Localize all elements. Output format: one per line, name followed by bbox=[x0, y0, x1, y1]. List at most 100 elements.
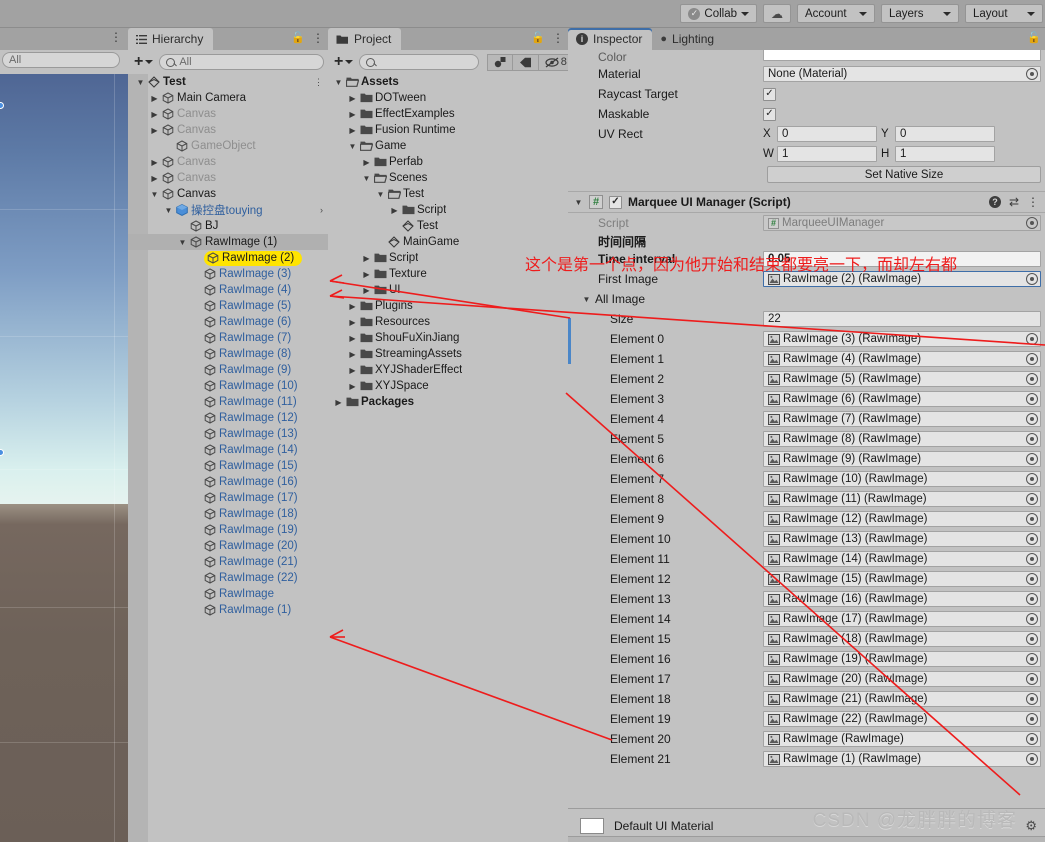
hierarchy-row[interactable]: RawImage (14) bbox=[128, 442, 328, 458]
chevron-right-icon[interactable] bbox=[150, 126, 159, 135]
project-row[interactable]: EffectExamples bbox=[328, 106, 568, 122]
uv-y-input[interactable]: 0 bbox=[895, 126, 995, 142]
project-row[interactable]: Fusion Runtime bbox=[328, 122, 568, 138]
chevron-down-icon[interactable] bbox=[334, 78, 343, 87]
account-button[interactable]: Account bbox=[797, 4, 875, 23]
hierarchy-row[interactable]: RawImage (9) bbox=[128, 362, 328, 378]
object-picker-icon[interactable] bbox=[1026, 693, 1038, 705]
element-object-field[interactable]: RawImage (18) (RawImage) bbox=[763, 631, 1041, 647]
hierarchy-row[interactable]: RawImage (12) bbox=[128, 410, 328, 426]
element-object-field[interactable]: RawImage (21) (RawImage) bbox=[763, 691, 1041, 707]
object-picker-icon[interactable] bbox=[1026, 713, 1038, 725]
chevron-right-icon[interactable] bbox=[362, 158, 371, 167]
raycast-target-checkbox[interactable]: ✓ bbox=[763, 87, 776, 101]
hierarchy-row[interactable]: RawImage (7) bbox=[128, 330, 328, 346]
hierarchy-tree[interactable]: Test ⋮ Main Camera Canvas Canvas GameObject Ca… bbox=[128, 74, 328, 842]
element-object-field[interactable]: RawImage (16) (RawImage) bbox=[763, 591, 1041, 607]
object-picker-icon[interactable] bbox=[1026, 613, 1038, 625]
chevron-right-icon[interactable] bbox=[348, 126, 357, 135]
hierarchy-row[interactable]: RawImage (17) bbox=[128, 490, 328, 506]
chevron-right-icon[interactable] bbox=[150, 94, 159, 103]
project-row[interactable]: Plugins bbox=[328, 298, 568, 314]
layout-button[interactable]: Layout bbox=[965, 4, 1043, 23]
hierarchy-row[interactable]: RawImage (13) bbox=[128, 426, 328, 442]
element-object-field[interactable]: RawImage (12) (RawImage) bbox=[763, 511, 1041, 527]
scene-viewport[interactable] bbox=[0, 74, 128, 842]
hierarchy-row[interactable]: Main Camera bbox=[128, 90, 328, 106]
size-input[interactable]: 22 bbox=[763, 311, 1041, 327]
lock-icon[interactable]: 🔓 bbox=[291, 31, 305, 44]
chevron-down-icon[interactable] bbox=[348, 142, 357, 151]
hierarchy-row[interactable]: RawImage (3) bbox=[128, 266, 328, 282]
hierarchy-row[interactable]: Canvas bbox=[128, 154, 328, 170]
element-object-field[interactable]: RawImage (14) (RawImage) bbox=[763, 551, 1041, 567]
chevron-right-icon[interactable] bbox=[150, 110, 159, 119]
object-picker-icon[interactable] bbox=[1026, 553, 1038, 565]
hierarchy-row[interactable]: Canvas bbox=[128, 106, 328, 122]
element-object-field[interactable]: RawImage (6) (RawImage) bbox=[763, 391, 1041, 407]
hierarchy-row-highlight[interactable]: RawImage (2) bbox=[204, 250, 303, 266]
material-object-field[interactable]: None (Material) bbox=[763, 66, 1041, 82]
project-row[interactable]: MainGame bbox=[328, 234, 568, 250]
hierarchy-row[interactable]: Canvas bbox=[128, 122, 328, 138]
chevron-right-icon[interactable] bbox=[390, 206, 399, 215]
uv-w-input[interactable]: 1 bbox=[777, 146, 877, 162]
hierarchy-row[interactable]: GameObject bbox=[128, 138, 328, 154]
hierarchy-row[interactable]: RawImage (18) bbox=[128, 506, 328, 522]
object-picker-icon[interactable] bbox=[1026, 333, 1038, 345]
chevron-right-icon[interactable] bbox=[348, 382, 357, 391]
project-row[interactable]: XYJSpace bbox=[328, 378, 568, 394]
chevron-down-icon[interactable] bbox=[362, 174, 371, 183]
project-row[interactable]: Resources bbox=[328, 314, 568, 330]
object-picker-icon[interactable] bbox=[1026, 453, 1038, 465]
project-row[interactable]: Packages bbox=[328, 394, 568, 410]
chevron-right-icon[interactable] bbox=[348, 318, 357, 327]
cloud-button[interactable]: ☁ bbox=[763, 4, 791, 23]
element-object-field[interactable]: RawImage (9) (RawImage) bbox=[763, 451, 1041, 467]
project-search-input[interactable] bbox=[359, 54, 480, 70]
hierarchy-row[interactable]: RawImage (1) bbox=[128, 602, 328, 618]
filter-by-label-button[interactable] bbox=[513, 53, 540, 71]
tab-hierarchy[interactable]: Hierarchy bbox=[128, 28, 214, 50]
element-object-field[interactable]: RawImage (19) (RawImage) bbox=[763, 651, 1041, 667]
lock-icon[interactable]: 🔓 bbox=[1027, 31, 1041, 44]
project-row[interactable]: Scenes bbox=[328, 170, 568, 186]
uv-h-input[interactable]: 1 bbox=[895, 146, 995, 162]
object-picker-icon[interactable] bbox=[1026, 273, 1038, 285]
object-picker-icon[interactable] bbox=[1026, 573, 1038, 585]
project-row[interactable]: Test bbox=[328, 218, 568, 234]
hierarchy-row[interactable]: RawImage (1) bbox=[128, 234, 328, 250]
chevron-right-icon[interactable] bbox=[150, 174, 159, 183]
property-row-all-image[interactable]: All Image bbox=[568, 289, 1045, 309]
chevron-right-icon[interactable] bbox=[348, 350, 357, 359]
project-tree[interactable]: Assets DOTween EffectExamples Fusion Runtim… bbox=[328, 74, 568, 842]
open-prefab-icon[interactable]: › bbox=[320, 205, 326, 215]
hierarchy-row[interactable]: RawImage (6) bbox=[128, 314, 328, 330]
element-object-field[interactable]: RawImage (11) (RawImage) bbox=[763, 491, 1041, 507]
filter-by-type-button[interactable] bbox=[487, 53, 514, 71]
object-picker-icon[interactable] bbox=[1026, 673, 1038, 685]
gear-icon[interactable]: ⚙ bbox=[1025, 818, 1037, 834]
chevron-down-icon[interactable] bbox=[150, 190, 159, 199]
object-picker-icon[interactable] bbox=[1026, 473, 1038, 485]
chevron-right-icon[interactable] bbox=[150, 158, 159, 167]
hierarchy-row[interactable]: RawImage (4) bbox=[128, 282, 328, 298]
hierarchy-row[interactable]: RawImage (15) bbox=[128, 458, 328, 474]
chevron-down-icon[interactable] bbox=[164, 206, 173, 215]
object-picker-icon[interactable] bbox=[1026, 633, 1038, 645]
project-row[interactable]: UI bbox=[328, 282, 568, 298]
hierarchy-row[interactable]: RawImage (5) bbox=[128, 298, 328, 314]
component-kebab-icon[interactable]: ⋮ bbox=[1027, 196, 1039, 208]
uv-x-input[interactable]: 0 bbox=[777, 126, 877, 142]
help-icon[interactable]: ? bbox=[988, 196, 1001, 208]
project-row[interactable]: DOTween bbox=[328, 90, 568, 106]
element-object-field[interactable]: RawImage (5) (RawImage) bbox=[763, 371, 1041, 387]
hierarchy-row[interactable]: RawImage (10) bbox=[128, 378, 328, 394]
object-picker-icon[interactable] bbox=[1026, 433, 1038, 445]
project-row[interactable]: Script bbox=[328, 202, 568, 218]
time-interval-input[interactable]: 0.05 bbox=[763, 251, 1041, 267]
preset-icon[interactable]: ⇄ bbox=[1009, 195, 1019, 209]
object-picker-icon[interactable] bbox=[1026, 653, 1038, 665]
element-object-field[interactable]: RawImage (20) (RawImage) bbox=[763, 671, 1041, 687]
hierarchy-row[interactable]: RawImage (22) bbox=[128, 570, 328, 586]
